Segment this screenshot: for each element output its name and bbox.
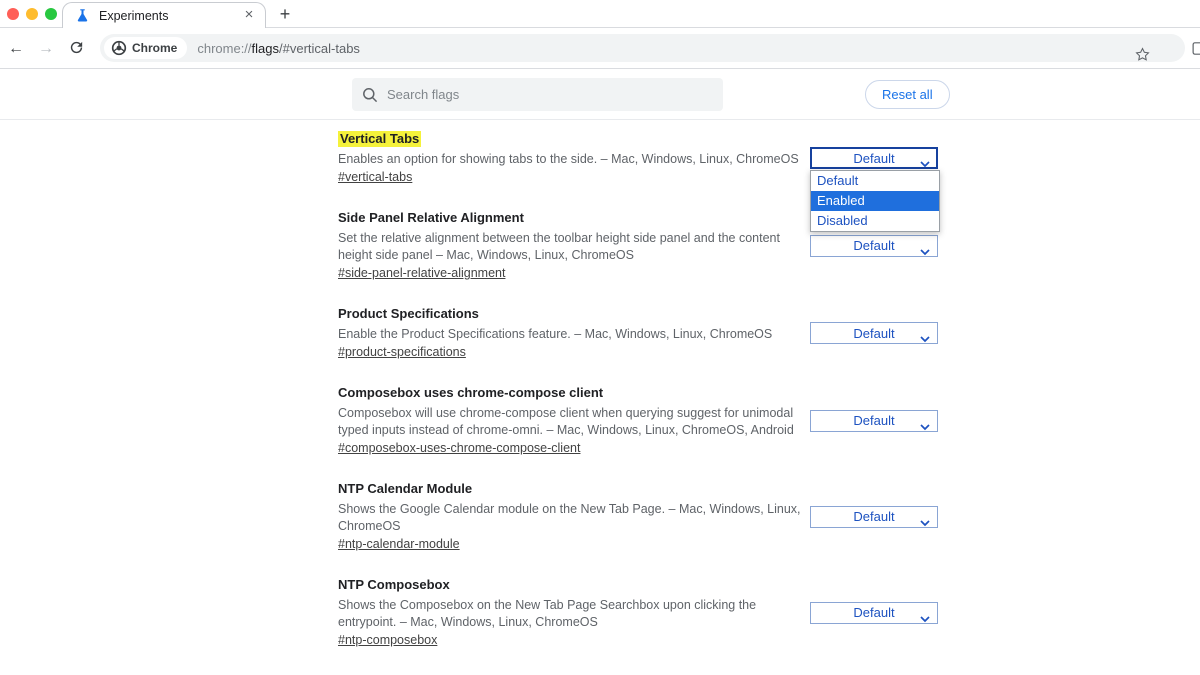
flag-select-value: Default	[853, 605, 894, 620]
flag-text-block: Product Specifications Enable the Produc…	[338, 305, 808, 361]
flag-description: Shows the Composebox on the New Tab Page…	[338, 597, 808, 631]
dropdown-option[interactable]: Enabled	[811, 191, 939, 211]
flag-description: Enable the Product Specifications featur…	[338, 326, 808, 343]
flag-select[interactable]: Default	[810, 410, 938, 432]
zoom-window-button[interactable]	[45, 8, 57, 20]
chip-label: Chrome	[132, 41, 177, 55]
flag-select-value: Default	[853, 151, 894, 166]
url-host: flags	[252, 41, 279, 56]
tab-title: Experiments	[99, 9, 241, 23]
url-text: chrome://flags/#vertical-tabs	[197, 41, 360, 56]
flag-select-column: Default	[808, 305, 938, 361]
minimize-window-button[interactable]	[26, 8, 38, 20]
flag-text-block: Vertical Tabs Enables an option for show…	[338, 130, 808, 186]
flag-text-block: Side Panel Relative Alignment Set the re…	[338, 209, 808, 282]
flag-select-value: Default	[853, 238, 894, 253]
flag-select-column: Default	[808, 480, 938, 553]
forward-icon: →	[34, 37, 58, 61]
browser-tab-experiments[interactable]: Experiments ×	[62, 2, 266, 28]
flag-select[interactable]: Default DefaultEnabledDisabled	[810, 147, 938, 169]
flask-icon	[75, 8, 90, 23]
dropdown-option[interactable]: Disabled	[811, 211, 939, 231]
back-icon[interactable]: ←	[4, 37, 28, 61]
dropdown-menu: DefaultEnabledDisabled	[810, 170, 940, 232]
flag-row: Composebox uses chrome-compose client Co…	[338, 384, 938, 457]
flag-description: Shows the Google Calendar module on the …	[338, 501, 808, 535]
flag-link[interactable]: #ntp-calendar-module	[338, 536, 460, 552]
side-panel-icon[interactable]	[1191, 40, 1200, 62]
flag-name: NTP Composebox	[338, 577, 450, 593]
flag-row: NTP Calendar Module Shows the Google Cal…	[338, 480, 938, 553]
flag-select-column: Default	[808, 384, 938, 457]
flag-link[interactable]: #ntp-composebox	[338, 632, 437, 648]
reset-all-button[interactable]: Reset all	[865, 80, 950, 109]
search-flags-box[interactable]	[352, 78, 723, 111]
flag-link[interactable]: #composebox-uses-chrome-compose-client	[338, 440, 580, 456]
flag-select[interactable]: Default	[810, 602, 938, 624]
chevron-down-icon	[920, 611, 930, 626]
flag-description: Enables an option for showing tabs to th…	[338, 151, 808, 168]
flag-link[interactable]: #vertical-tabs	[338, 169, 412, 185]
flag-name: Composebox uses chrome-compose client	[338, 385, 603, 401]
chevron-down-icon	[920, 244, 930, 259]
chrome-logo-icon	[111, 40, 127, 56]
chevron-down-icon	[920, 419, 930, 434]
close-tab-icon[interactable]: ×	[241, 8, 257, 24]
chevron-down-icon	[920, 331, 930, 346]
search-flags-input[interactable]	[387, 87, 723, 102]
dropdown-option[interactable]: Default	[811, 171, 939, 191]
flag-select[interactable]: Default	[810, 235, 938, 257]
flag-row: Vertical Tabs Enables an option for show…	[338, 130, 938, 186]
flag-row: Product Specifications Enable the Produc…	[338, 305, 938, 361]
window-titlebar: Experiments × +	[0, 0, 1200, 28]
flag-name: Side Panel Relative Alignment	[338, 210, 524, 226]
url-fragment: /#vertical-tabs	[279, 41, 360, 56]
flag-text-block: NTP Calendar Module Shows the Google Cal…	[338, 480, 808, 553]
url-scheme: chrome://	[197, 41, 251, 56]
flag-select-column: Default DefaultEnabledDisabled	[808, 130, 938, 186]
flags-page-header: Reset all	[0, 69, 1200, 120]
refresh-icon[interactable]	[64, 39, 88, 63]
flag-select-column: Default	[808, 576, 938, 649]
flag-name: NTP Calendar Module	[338, 481, 472, 497]
flag-name: Product Specifications	[338, 306, 479, 322]
chrome-site-chip[interactable]: Chrome	[104, 37, 187, 59]
traffic-lights	[7, 8, 57, 20]
browser-toolbar: ← → Chrome chrome://flags/#vertical-tabs	[0, 28, 1200, 69]
close-window-button[interactable]	[7, 8, 19, 20]
flag-select[interactable]: Default	[810, 506, 938, 528]
flag-text-block: Composebox uses chrome-compose client Co…	[338, 384, 808, 457]
flag-name: Vertical Tabs	[338, 131, 421, 147]
flag-list: Vertical Tabs Enables an option for show…	[338, 120, 938, 675]
flag-select[interactable]: Default	[810, 322, 938, 344]
address-bar[interactable]: Chrome chrome://flags/#vertical-tabs	[100, 34, 1185, 62]
search-icon	[362, 87, 378, 103]
chevron-down-icon	[920, 515, 930, 530]
new-tab-button[interactable]: +	[274, 4, 296, 26]
flag-link[interactable]: #side-panel-relative-alignment	[338, 265, 505, 281]
flag-link[interactable]: #product-specifications	[338, 344, 466, 360]
flag-select-value: Default	[853, 326, 894, 341]
flag-select-value: Default	[853, 509, 894, 524]
chevron-down-icon	[920, 156, 930, 171]
flag-text-block: NTP Composebox Shows the Composebox on t…	[338, 576, 808, 649]
flag-select-value: Default	[853, 413, 894, 428]
flag-description: Set the relative alignment between the t…	[338, 230, 808, 264]
flag-description: Composebox will use chrome-compose clien…	[338, 405, 808, 439]
flag-row: NTP Composebox Shows the Composebox on t…	[338, 576, 938, 649]
bookmark-star-icon[interactable]	[1134, 46, 1151, 68]
